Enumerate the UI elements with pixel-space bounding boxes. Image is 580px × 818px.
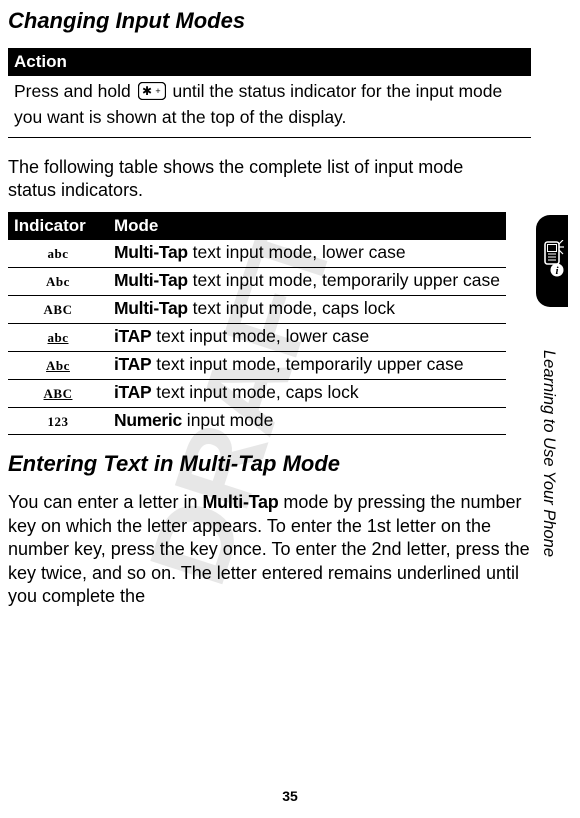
indicator-label: abc <box>48 330 69 345</box>
indicator-header: Indicator <box>8 212 108 240</box>
indicator-cell: 123 <box>8 407 108 435</box>
heading-entering-text: Entering Text in Multi-Tap Mode <box>8 451 508 477</box>
indicator-cell: Abc <box>8 268 108 296</box>
mode-cell: Numeric input mode <box>108 407 506 435</box>
sidebar-chapter-title: Learning to Use Your Phone <box>539 350 558 557</box>
table-row: Abc iTAP text input mode, temporarily upp… <box>8 351 506 379</box>
table-row: abc Multi-Tap text input mode, lower case <box>8 240 506 267</box>
mode-bold-label: iTAP <box>114 382 151 402</box>
indicator-cell: abc <box>8 240 108 267</box>
indicator-label: Abc <box>46 274 70 289</box>
table-row: abc iTAP text input mode, lower case <box>8 323 506 351</box>
mode-rest-label: text input mode, lower case <box>188 242 406 262</box>
sidebar-tab: i <box>536 215 568 307</box>
indicator-cell: abc <box>8 323 108 351</box>
following-text: The following table shows the complete l… <box>8 156 508 203</box>
mode-cell: iTAP text input mode, temporarily upper … <box>108 351 506 379</box>
indicator-label: Abc <box>46 358 70 373</box>
mode-cell: Multi-Tap text input mode, lower case <box>108 240 506 267</box>
mode-bold-label: Numeric <box>114 410 182 430</box>
mode-rest-label: text input mode, caps lock <box>151 382 358 402</box>
svg-text:+: + <box>155 86 160 96</box>
mode-bold-label: Multi-Tap <box>114 270 188 290</box>
mode-cell: iTAP text input mode, lower case <box>108 323 506 351</box>
table-row: ABC iTAP text input mode, caps lock <box>8 379 506 407</box>
indicator-label: ABC <box>44 302 73 317</box>
mode-cell: iTAP text input mode, caps lock <box>108 379 506 407</box>
table-row: Abc Multi-Tap text input mode, temporaril… <box>8 268 506 296</box>
mode-rest-label: text input mode, caps lock <box>188 298 395 318</box>
indicator-label: 123 <box>48 414 69 429</box>
indicator-cell: Abc <box>8 351 108 379</box>
indicator-cell: ABC <box>8 296 108 324</box>
mode-cell: Multi-Tap text input mode, caps lock <box>108 296 506 324</box>
action-cell: Press and hold ✱+ until the status indic… <box>8 76 531 137</box>
mode-cell: Multi-Tap text input mode, temporarily u… <box>108 268 506 296</box>
mode-bold-label: Multi-Tap <box>114 242 188 262</box>
body-before: You can enter a letter in <box>8 492 202 512</box>
indicator-table: Indicator Mode abc Multi-Tap text input m… <box>8 212 506 435</box>
mode-header: Mode <box>108 212 506 240</box>
mode-bold-label: iTAP <box>114 354 151 374</box>
mode-rest-label: text input mode, temporarily upper case <box>188 270 500 290</box>
page-number: 35 <box>282 788 298 804</box>
mode-rest-label: text input mode, lower case <box>151 326 369 346</box>
star-key-icon: ✱+ <box>138 82 166 106</box>
mode-rest-label: text input mode, temporarily upper case <box>151 354 463 374</box>
body-bold: Multi-Tap <box>202 492 278 512</box>
action-text-before: Press and hold <box>14 81 136 101</box>
mode-bold-label: Multi-Tap <box>114 298 188 318</box>
sidebar: i Learning to Use Your Phone <box>528 215 568 715</box>
mode-bold-label: iTAP <box>114 326 151 346</box>
table-row: 123 Numeric input mode <box>8 407 506 435</box>
indicator-label: abc <box>48 246 69 261</box>
body-text: You can enter a letter in Multi-Tap mode… <box>8 491 538 608</box>
indicator-label: ABC <box>44 386 73 401</box>
action-table: Action Press and hold ✱+ until the statu… <box>8 48 531 138</box>
phone-info-icon: i <box>540 240 564 283</box>
svg-text:✱: ✱ <box>142 84 152 98</box>
action-header: Action <box>8 48 531 76</box>
table-row: ABC Multi-Tap text input mode, caps lock <box>8 296 506 324</box>
heading-changing-input-modes: Changing Input Modes <box>8 8 508 34</box>
indicator-cell: ABC <box>8 379 108 407</box>
mode-rest-label: input mode <box>182 410 273 430</box>
